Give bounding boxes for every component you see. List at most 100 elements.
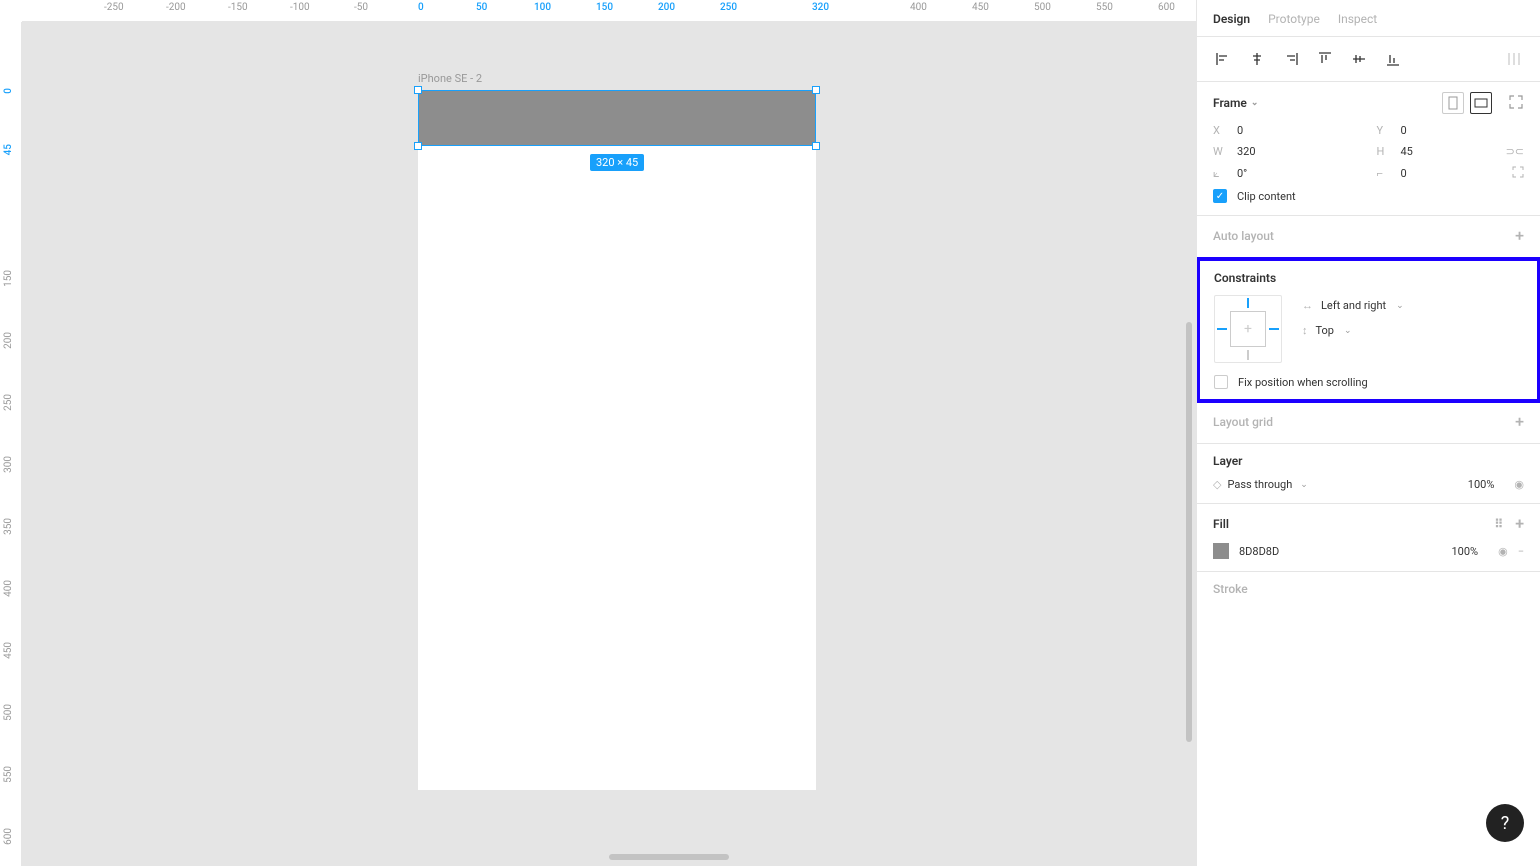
chevron-down-icon: ⌄ [1251, 98, 1259, 108]
ruler-tick: 400 [910, 2, 927, 13]
ruler-tick: 250 [720, 2, 737, 13]
tab-inspect[interactable]: Inspect [1338, 12, 1377, 26]
ruler-tick: -150 [228, 2, 248, 13]
fill-remove-icon[interactable]: − [1518, 545, 1524, 558]
ruler-tick: 450 [972, 2, 989, 13]
fill-styles-icon[interactable]: ⠿ [1494, 517, 1503, 531]
fill-hex-input[interactable]: 8D8D8D [1239, 545, 1279, 558]
align-bottom-icon[interactable] [1381, 47, 1405, 71]
ruler-tick: 200 [658, 2, 675, 13]
fill-opacity-input[interactable]: 100% [1451, 545, 1478, 558]
ruler-tick: 45 [3, 144, 14, 155]
chevron-down-icon: ⌄ [1344, 326, 1352, 336]
constraint-horizontal-select[interactable]: ↔Left and right⌄ [1302, 299, 1404, 312]
constrain-proportions-icon[interactable]: ⊃⊂ [1506, 145, 1524, 158]
ruler-tick: -100 [290, 2, 310, 13]
ruler-tick: 450 [3, 642, 14, 659]
rotation-icon: ⟀ [1213, 167, 1227, 181]
ruler-tick: 150 [596, 2, 613, 13]
blend-mode-select[interactable]: ◇Pass through⌄ [1213, 478, 1308, 491]
layer-visibility-icon[interactable]: ◉ [1514, 478, 1524, 491]
clip-content-label: Clip content [1237, 190, 1296, 203]
design-panel: Design Prototype Inspect Frame⌄ X0 Y0 W3… [1196, 0, 1540, 866]
ruler-tick: 600 [3, 828, 14, 845]
ruler-tick: 600 [1158, 2, 1175, 13]
stroke-section: Stroke [1197, 572, 1540, 608]
chevron-down-icon: ⌄ [1300, 480, 1308, 490]
layer-opacity-input[interactable]: 100% [1468, 478, 1495, 491]
resize-to-fit-icon[interactable] [1508, 94, 1524, 113]
selected-frame[interactable] [418, 90, 816, 146]
auto-layout-add-icon[interactable]: + [1515, 226, 1524, 245]
ruler-tick: 150 [3, 270, 14, 287]
canvas-horizontal-scrollbar[interactable] [609, 854, 729, 860]
constraints-title: Constraints [1214, 271, 1276, 285]
ruler-tick: 0 [418, 2, 424, 13]
frame-section: Frame⌄ X0 Y0 W320 H45⊃⊂ ⟀0° ⌐0 ✓ Clip co… [1197, 82, 1540, 216]
constraints-widget[interactable]: + [1214, 295, 1282, 363]
ruler-tick: 100 [534, 2, 551, 13]
ruler-tick: 300 [3, 456, 14, 473]
w-input[interactable]: 320 [1237, 145, 1256, 158]
ruler-tick: 550 [1096, 2, 1113, 13]
radius-input[interactable]: 0 [1401, 167, 1407, 180]
ruler-tick: 320 [812, 2, 829, 13]
align-hcenter-icon[interactable] [1245, 47, 1269, 71]
y-label: Y [1377, 124, 1391, 137]
ruler-tick: -250 [104, 2, 124, 13]
fill-swatch[interactable] [1213, 543, 1229, 559]
clip-content-checkbox[interactable]: ✓ [1213, 189, 1227, 203]
align-left-icon[interactable] [1211, 47, 1235, 71]
fix-position-checkbox[interactable] [1214, 375, 1228, 389]
y-input[interactable]: 0 [1401, 124, 1407, 137]
resize-handle-sw[interactable] [414, 142, 422, 150]
h-label: H [1377, 145, 1391, 158]
radius-expand-icon[interactable] [1512, 166, 1524, 181]
rotation-input[interactable]: 0° [1237, 167, 1247, 180]
layout-grid-section: Layout grid+ [1197, 402, 1540, 444]
ruler-vertical[interactable]: 0 45 150 200 250 300 350 400 450 500 550… [0, 22, 22, 866]
chevron-down-icon: ⌄ [1396, 301, 1404, 311]
auto-layout-section: Auto layout+ [1197, 216, 1540, 258]
distribute-icon[interactable] [1502, 47, 1526, 71]
fill-section: Fill ⠿ + 8D8D8D 100% ◉ − [1197, 504, 1540, 572]
constraint-vertical-select[interactable]: ↕Top⌄ [1302, 324, 1404, 337]
x-label: X [1213, 124, 1227, 137]
align-right-icon[interactable] [1279, 47, 1303, 71]
tab-prototype[interactable]: Prototype [1268, 12, 1320, 26]
ruler-tick: 250 [3, 394, 14, 411]
vertical-icon: ↕ [1302, 324, 1308, 337]
align-vcenter-icon[interactable] [1347, 47, 1371, 71]
canvas[interactable]: iPhone SE - 2 320 × 45 [22, 22, 1196, 866]
orientation-portrait[interactable] [1442, 92, 1464, 114]
dimensions-badge: 320 × 45 [590, 154, 644, 171]
orientation-landscape[interactable] [1470, 92, 1492, 114]
align-top-icon[interactable] [1313, 47, 1337, 71]
h-input[interactable]: 45 [1401, 145, 1413, 158]
radius-icon: ⌐ [1377, 167, 1391, 180]
stroke-title: Stroke [1213, 582, 1248, 596]
frame-title[interactable]: Frame⌄ [1213, 96, 1258, 110]
ruler-tick: 50 [476, 2, 487, 13]
artboard[interactable] [418, 90, 816, 790]
resize-handle-ne[interactable] [812, 86, 820, 94]
ruler-tick: -50 [354, 2, 368, 13]
tab-design[interactable]: Design [1213, 12, 1250, 26]
help-button[interactable]: ? [1486, 804, 1524, 842]
fill-title: Fill [1213, 517, 1229, 531]
fill-add-icon[interactable]: + [1515, 514, 1524, 533]
panel-tabs: Design Prototype Inspect [1197, 0, 1540, 37]
ruler-tick: -200 [166, 2, 186, 13]
resize-handle-nw[interactable] [414, 86, 422, 94]
alignment-row [1197, 37, 1540, 82]
x-input[interactable]: 0 [1237, 124, 1243, 137]
frame-label[interactable]: iPhone SE - 2 [418, 72, 482, 85]
w-label: W [1213, 145, 1227, 158]
canvas-vertical-scrollbar[interactable] [1186, 322, 1192, 742]
layer-section: Layer ◇Pass through⌄ 100% ◉ [1197, 444, 1540, 504]
fill-visibility-icon[interactable]: ◉ [1498, 545, 1508, 558]
layout-grid-add-icon[interactable]: + [1515, 412, 1524, 431]
resize-handle-se[interactable] [812, 142, 820, 150]
fix-position-label: Fix position when scrolling [1238, 376, 1368, 389]
ruler-tick: 400 [3, 580, 14, 597]
